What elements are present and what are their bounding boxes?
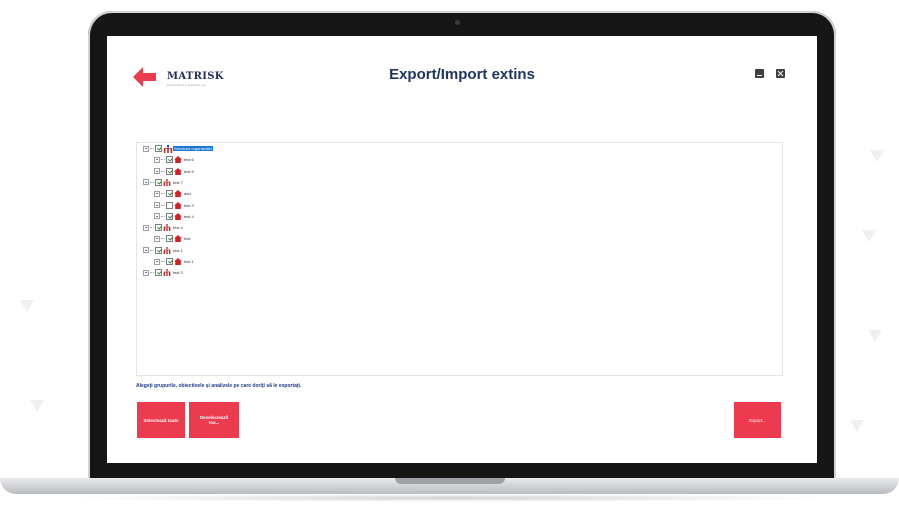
expand-collapse-icon[interactable]	[154, 258, 160, 265]
tree-item-label[interactable]: test 6	[184, 157, 194, 162]
background-triangle-decoration	[868, 330, 882, 342]
tree-row[interactable]: test 3	[143, 268, 183, 277]
tree-item-label[interactable]: test 1	[184, 259, 194, 264]
expand-collapse-icon[interactable]	[143, 269, 149, 276]
tree-row[interactable]: test 1	[154, 257, 194, 266]
tree-connector	[150, 181, 154, 183]
tree-item-label[interactable]: test 3	[184, 203, 194, 208]
org-chart-icon	[163, 224, 171, 232]
home-icon	[174, 235, 182, 243]
tree-item-label[interactable]: test	[184, 236, 190, 241]
tree-item-label[interactable]: test 4	[173, 225, 183, 230]
tree-row[interactable]: test 5	[154, 167, 194, 176]
expand-collapse-icon[interactable]	[154, 168, 160, 175]
background-triangle-decoration	[20, 300, 34, 312]
tree-row[interactable]: Structura organizatiei	[143, 144, 213, 153]
org-chart-icon	[163, 178, 171, 186]
home-icon	[174, 201, 182, 209]
laptop-shadow	[60, 494, 840, 502]
tree-row[interactable]: test 3	[154, 201, 194, 210]
tree-checkbox[interactable]	[155, 178, 162, 186]
expand-collapse-icon[interactable]	[143, 145, 149, 152]
camera-icon	[455, 20, 460, 25]
expand-collapse-icon[interactable]	[154, 190, 160, 197]
tree-item-label[interactable]: test 5	[184, 169, 194, 174]
org-chart-icon	[163, 269, 171, 277]
tree-row[interactable]: test 4	[154, 212, 194, 221]
expand-collapse-icon[interactable]	[154, 235, 160, 242]
tree-item-label[interactable]: test 1	[173, 248, 183, 253]
deselect-all-button[interactable]: Deselectează toa...	[189, 402, 239, 438]
tree-checkbox[interactable]	[166, 201, 173, 209]
home-icon	[174, 212, 182, 220]
tree-connector	[161, 215, 165, 217]
tree-item-label[interactable]: test 4	[184, 214, 194, 219]
expand-collapse-icon[interactable]	[143, 247, 149, 254]
home-icon	[174, 156, 182, 164]
expand-collapse-icon[interactable]	[154, 156, 160, 163]
tree-connector	[161, 261, 165, 262]
tree-connector	[150, 148, 154, 149]
tree-checkbox[interactable]	[166, 167, 173, 175]
tree-connector	[150, 227, 154, 229]
app-window: MATRISK Performance in business, too Exp…	[107, 36, 817, 463]
tree-connector	[161, 238, 165, 240]
home-icon	[174, 190, 182, 198]
tree-checkbox[interactable]	[166, 258, 173, 265]
tree-row[interactable]: test 4	[143, 223, 183, 232]
org-chart-icon	[163, 246, 171, 254]
tree-checkbox[interactable]	[166, 156, 173, 164]
tree-item-label[interactable]: Structura organizatiei	[173, 146, 213, 151]
tree-checkbox[interactable]	[155, 246, 162, 254]
tree-checkbox[interactable]	[166, 190, 173, 198]
tree-row[interactable]: test	[154, 234, 190, 243]
background-triangle-decoration	[30, 400, 44, 412]
instructions-text: Alegeţi grupurile, obiectivele şi analiz…	[136, 383, 302, 389]
tree-checkbox[interactable]	[166, 235, 173, 243]
tree-connector	[161, 170, 165, 172]
select-all-button[interactable]: Selectează toate	[137, 402, 185, 438]
tree-checkbox[interactable]	[155, 224, 162, 232]
background-triangle-decoration	[870, 150, 884, 162]
logo-subtitle: Performance in business, too	[167, 83, 206, 87]
expand-collapse-icon[interactable]	[143, 179, 149, 186]
tree-item-label[interactable]: test 7	[173, 180, 183, 185]
background-triangle-decoration	[862, 230, 876, 242]
expand-collapse-icon[interactable]	[154, 202, 160, 208]
minimize-icon[interactable]	[755, 69, 764, 78]
page-title: Export/Import extins	[389, 66, 535, 83]
export-button[interactable]: Export...	[734, 402, 781, 438]
laptop-notch	[395, 478, 505, 484]
expand-collapse-icon[interactable]	[143, 224, 149, 231]
tree-checkbox[interactable]	[155, 269, 162, 277]
tree-row[interactable]: add	[154, 189, 191, 198]
expand-collapse-icon[interactable]	[154, 213, 160, 220]
tree-connector	[150, 272, 154, 274]
tree-panel[interactable]: Structura organizatiei test 6 test 5 test 7…	[136, 142, 783, 376]
tree-checkbox[interactable]	[166, 212, 173, 220]
tree-row[interactable]: test 6	[154, 155, 194, 164]
home-icon	[174, 258, 182, 265]
tree-connector	[161, 193, 165, 195]
background-triangle-decoration	[850, 420, 864, 432]
tree-item-label[interactable]: test 3	[173, 270, 183, 275]
tree-connector	[161, 204, 165, 206]
tree-connector	[161, 159, 165, 161]
tree-connector	[150, 249, 154, 251]
tree-checkbox[interactable]	[155, 145, 162, 152]
tree-row[interactable]: test 7	[143, 178, 183, 187]
close-icon[interactable]	[776, 69, 785, 78]
tree-item-label[interactable]: add	[184, 191, 191, 196]
tree-row[interactable]: test 1	[143, 246, 183, 255]
organization-icon	[163, 145, 173, 153]
home-icon	[174, 167, 182, 175]
